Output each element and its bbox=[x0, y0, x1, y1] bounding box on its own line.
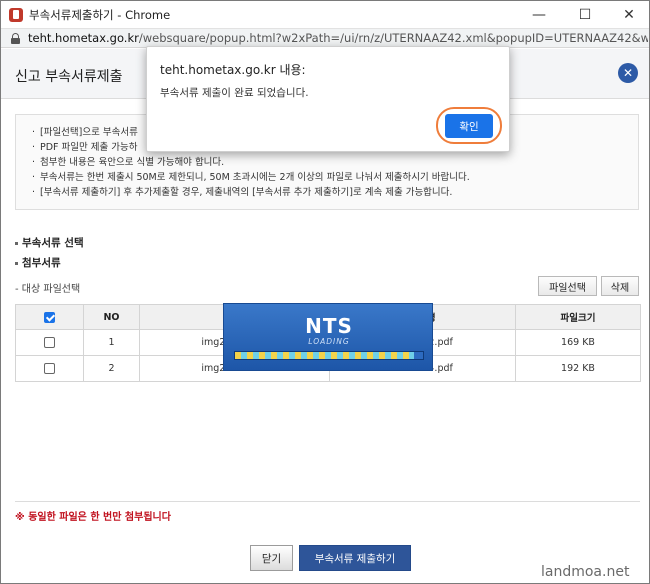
alert-ok-button[interactable]: 확인 bbox=[445, 114, 493, 138]
delete-button[interactable]: 삭제 bbox=[601, 276, 639, 296]
maximize-button[interactable]: ☐ bbox=[563, 1, 607, 28]
browser-window: 부속서류제출하기 - Chrome — ☐ ✕ teht.hometax.go.… bbox=[0, 0, 650, 584]
loading-label: LOADING bbox=[308, 337, 350, 346]
select-all-cell[interactable] bbox=[15, 304, 84, 330]
loading-progress-fill bbox=[235, 352, 414, 359]
url-text[interactable]: teht.hometax.go.kr/websquare/popup.html?… bbox=[28, 31, 648, 45]
address-bar[interactable]: teht.hometax.go.kr/websquare/popup.html?… bbox=[1, 28, 649, 48]
row-check-cell[interactable] bbox=[15, 355, 84, 382]
section-attach-title: 첨부서류 bbox=[15, 255, 61, 270]
loading-overlay: NTS LOADING bbox=[223, 303, 433, 371]
loading-progress-bar bbox=[234, 351, 424, 360]
select-all-checkbox[interactable] bbox=[44, 311, 55, 323]
section-select-title: 부속서류 선택 bbox=[15, 235, 84, 250]
row-filesize: 169 KB bbox=[515, 329, 641, 356]
close-icon[interactable]: ✕ bbox=[618, 63, 638, 83]
row-checkbox[interactable] bbox=[44, 363, 55, 374]
row-filesize: 192 KB bbox=[515, 355, 641, 382]
target-file-label: - 대상 파일선택 bbox=[15, 284, 81, 295]
column-header-filesize: 파일크기 bbox=[515, 304, 641, 330]
row-no: 1 bbox=[83, 329, 140, 356]
url-path: /websquare/popup.html?w2xPath=/ui/rn/z/U… bbox=[138, 31, 648, 45]
file-select-button[interactable]: 파일선택 bbox=[538, 276, 597, 296]
notice-item: [부속서류 제출하기] 후 추가제출할 경우, 제출내역의 [부속서류 추가 제… bbox=[32, 185, 638, 200]
notice-item: 첨부한 내용은 육안으로 식별 가능해야 합니다. bbox=[32, 155, 638, 170]
bullet-icon bbox=[15, 261, 18, 265]
divider bbox=[15, 501, 640, 502]
alert-message: 부속서류 제출이 완료 되었습니다. bbox=[160, 87, 309, 99]
section-select-label: 부속서류 선택 bbox=[22, 237, 84, 249]
bullet-icon bbox=[15, 241, 18, 245]
row-no: 2 bbox=[83, 355, 140, 382]
column-header-no: NO bbox=[83, 304, 140, 330]
url-host: teht.hometax.go.kr bbox=[28, 31, 139, 45]
row-check-cell[interactable] bbox=[15, 329, 84, 356]
close-window-button[interactable]: ✕ bbox=[607, 1, 649, 28]
notice-item: 부속서류는 한번 제출시 50M로 제한되니, 50M 초과시에는 2개 이상의… bbox=[32, 170, 638, 185]
window-title: 부속서류제출하기 - Chrome bbox=[29, 7, 171, 22]
watermark: landmoa.net bbox=[541, 564, 630, 580]
popup-title: 신고 부속서류제출 bbox=[15, 69, 123, 85]
minimize-button[interactable]: — bbox=[517, 1, 561, 28]
section-attach-label: 첨부서류 bbox=[22, 257, 61, 269]
close-button[interactable]: 닫기 bbox=[250, 545, 293, 571]
alert-dialog: teht.hometax.go.kr 내용: 부속서류 제출이 완료 되었습니다… bbox=[146, 46, 510, 152]
row-checkbox[interactable] bbox=[44, 337, 55, 348]
lock-icon[interactable] bbox=[11, 32, 20, 44]
title-bar: 부속서류제출하기 - Chrome — ☐ ✕ bbox=[1, 1, 649, 28]
alert-origin: teht.hometax.go.kr 내용: bbox=[160, 63, 306, 77]
loading-brand: NTS bbox=[305, 314, 353, 338]
submit-documents-button[interactable]: 부속서류 제출하기 bbox=[299, 545, 411, 571]
document-icon bbox=[9, 7, 23, 22]
duplicate-warning: ※ 동일한 파일은 한 번만 첨부됩니다 bbox=[15, 512, 171, 523]
